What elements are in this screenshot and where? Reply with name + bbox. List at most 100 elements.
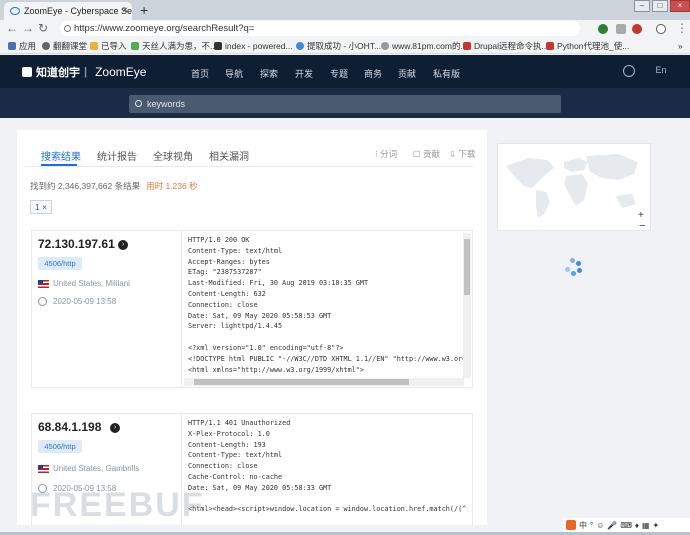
scroll-thumb[interactable] (194, 379, 409, 385)
bookmark-item[interactable]: 天丝人满为患，不... (131, 38, 217, 54)
bookmark-icon (463, 42, 471, 50)
world-map[interactable] (498, 144, 650, 230)
tab-global-view[interactable]: 全球视角 (153, 148, 193, 163)
bookmark-icon (214, 42, 222, 50)
user-icon[interactable] (623, 65, 635, 77)
maximize-button[interactable]: □ (652, 0, 668, 12)
bookmark-item[interactable]: www.81pm.com的... (381, 38, 468, 54)
bookmark-item[interactable]: Drupal远程命令执... (463, 38, 549, 54)
nav-develop[interactable]: 开发 (295, 67, 313, 80)
window-controls: – □ × (632, 0, 690, 14)
folder-icon (90, 42, 98, 50)
browser-tab[interactable]: ZoomEye - Cyberspace Search × (4, 2, 132, 20)
tray-item[interactable]: ♦ (635, 521, 639, 530)
tab-title: ZoomEye - Cyberspace Search (24, 6, 132, 16)
nav-topics[interactable]: 专题 (330, 67, 348, 80)
extension-icon[interactable] (616, 24, 626, 34)
result-location[interactable]: United States, Gambrills (53, 464, 139, 473)
menu-icon[interactable]: ⋮ (676, 21, 688, 35)
favicon-icon (10, 7, 20, 15)
nav-navigation[interactable]: 导航 (225, 67, 243, 80)
tray-item[interactable]: ✦ (653, 521, 660, 530)
reload-icon[interactable]: ↻ (38, 21, 48, 35)
segment-button[interactable]: ⁝ 分词 (375, 148, 397, 160)
tab-search-results[interactable]: 搜索结果 (41, 148, 81, 163)
loading-spinner-icon (563, 258, 583, 278)
us-flag-icon (38, 280, 49, 288)
tab-related-vulns[interactable]: 相关漏洞 (209, 148, 249, 163)
zoomeye-logo[interactable]: 知道创宇 | ZoomEye (22, 64, 146, 80)
result-count: 找到约 2,346,397,662 条结果 用时 1.236 秒 (30, 181, 198, 191)
site-header: 知道创宇 | ZoomEye 首页 导航 探索 开发 专题 商务 贡献 私有版 … (0, 55, 690, 88)
nav-business[interactable]: 商务 (364, 67, 382, 80)
port-badge[interactable]: 4506/http (38, 440, 82, 453)
contribute-icon: ☐ (413, 149, 423, 159)
tray-item[interactable]: ☺ (596, 521, 604, 530)
results-panel: 搜索结果 统计报告 全球视角 相关漏洞 ⁝ 分词 ☐ 贡献 ⇩ 下载 找到约 2… (17, 130, 487, 525)
site-info-icon[interactable] (64, 25, 71, 32)
nav-home[interactable]: 首页 (191, 67, 209, 80)
bookmark-icon (42, 42, 50, 50)
extension-icon[interactable] (632, 24, 642, 34)
vertical-scrollbar[interactable] (463, 233, 471, 378)
map-zoom-out-button[interactable]: − (639, 220, 645, 232)
bookmarks-bar: 应用 翻翻课堂 已导入 天丝人满为患，不... index - powered.… (0, 38, 690, 54)
url-input[interactable]: https://www.zoomeye.org/searchResult?q= (60, 21, 580, 36)
page-filter-chip[interactable]: 1 × (30, 200, 52, 214)
search-icon (135, 100, 142, 107)
bookmarks-overflow[interactable]: » (678, 38, 683, 54)
nav-private[interactable]: 私有版 (433, 67, 460, 80)
tab-close-icon[interactable]: × (122, 2, 128, 20)
browser-tab-bar: ZoomEye - Cyberspace Search × + – □ × (0, 0, 690, 20)
us-flag-icon (38, 465, 49, 473)
keyboard-icon[interactable]: ⌨ (620, 521, 632, 530)
nav-contribute[interactable]: 贡献 (398, 67, 416, 80)
close-window-button[interactable]: × (670, 0, 690, 12)
map-region-south-america (536, 190, 550, 218)
back-arrow-icon[interactable]: ← (6, 21, 18, 35)
port-badge[interactable]: 4506/http (38, 257, 82, 270)
horizontal-scrollbar[interactable] (184, 378, 464, 386)
bookmark-item[interactable]: 提取成功 - 小OHT... (296, 38, 381, 54)
result-location[interactable]: United States, Mililani (53, 279, 130, 288)
language-toggle[interactable]: En (652, 65, 670, 79)
freebuf-watermark: FREEBUF (30, 486, 205, 524)
bookmark-item[interactable]: 已导入 (90, 38, 127, 54)
bookmark-item[interactable]: Python代理池_使... (546, 38, 629, 54)
arrow-right-icon[interactable]: › (110, 423, 120, 433)
result-date: 2020-05-09 13:58 (53, 297, 117, 306)
tab-statistics[interactable]: 统计报告 (97, 148, 137, 163)
forward-arrow-icon[interactable]: → (22, 21, 34, 35)
world-map-panel: + − (497, 143, 651, 232)
url-text: https://www.zoomeye.org/searchResult?q= (74, 23, 255, 34)
nav-explore[interactable]: 探索 (260, 67, 278, 80)
tray-item[interactable]: ° (590, 521, 593, 530)
extension-icon[interactable] (598, 24, 608, 34)
scroll-thumb[interactable] (464, 239, 470, 295)
globe-icon (381, 42, 389, 50)
search-input[interactable]: keywords (129, 95, 561, 113)
microphone-icon[interactable]: 🎤 (607, 521, 617, 530)
profile-icon[interactable] (656, 24, 666, 34)
result-banner: HTTP/1.1 401 Unauthorized X-Plex-Protoco… (188, 419, 468, 514)
contribute-button[interactable]: ☐ 贡献 (413, 148, 440, 160)
map-region-europe (564, 158, 588, 172)
bookmark-item[interactable]: 翻翻课堂 (42, 38, 87, 54)
minimize-button[interactable]: – (634, 0, 650, 12)
bookmark-item[interactable]: 应用 (8, 38, 36, 54)
tray-item[interactable]: 中 (579, 520, 587, 531)
result-ip-link[interactable]: 68.84.1.198 (38, 420, 101, 434)
new-tab-button[interactable]: + (140, 0, 148, 20)
tray-item[interactable]: ▦ (642, 521, 650, 530)
result-ip-link[interactable]: 72.130.197.61 (38, 237, 115, 251)
search-placeholder: keywords (147, 99, 186, 109)
tab-divider (25, 166, 473, 167)
system-tray: 中 ° ☺ 🎤 ⌨ ♦ ▦ ✦ (563, 518, 690, 532)
map-region-north-america (506, 158, 554, 188)
arrow-right-icon[interactable]: › (118, 240, 128, 250)
map-region-oceania (616, 194, 636, 208)
input-method-icon[interactable] (566, 520, 576, 530)
bookmark-item[interactable]: index - powered... (214, 38, 293, 54)
download-button[interactable]: ⇩ 下载 (449, 148, 476, 160)
address-toolbar: ← → ↻ https://www.zoomeye.org/searchResu… (0, 20, 690, 38)
